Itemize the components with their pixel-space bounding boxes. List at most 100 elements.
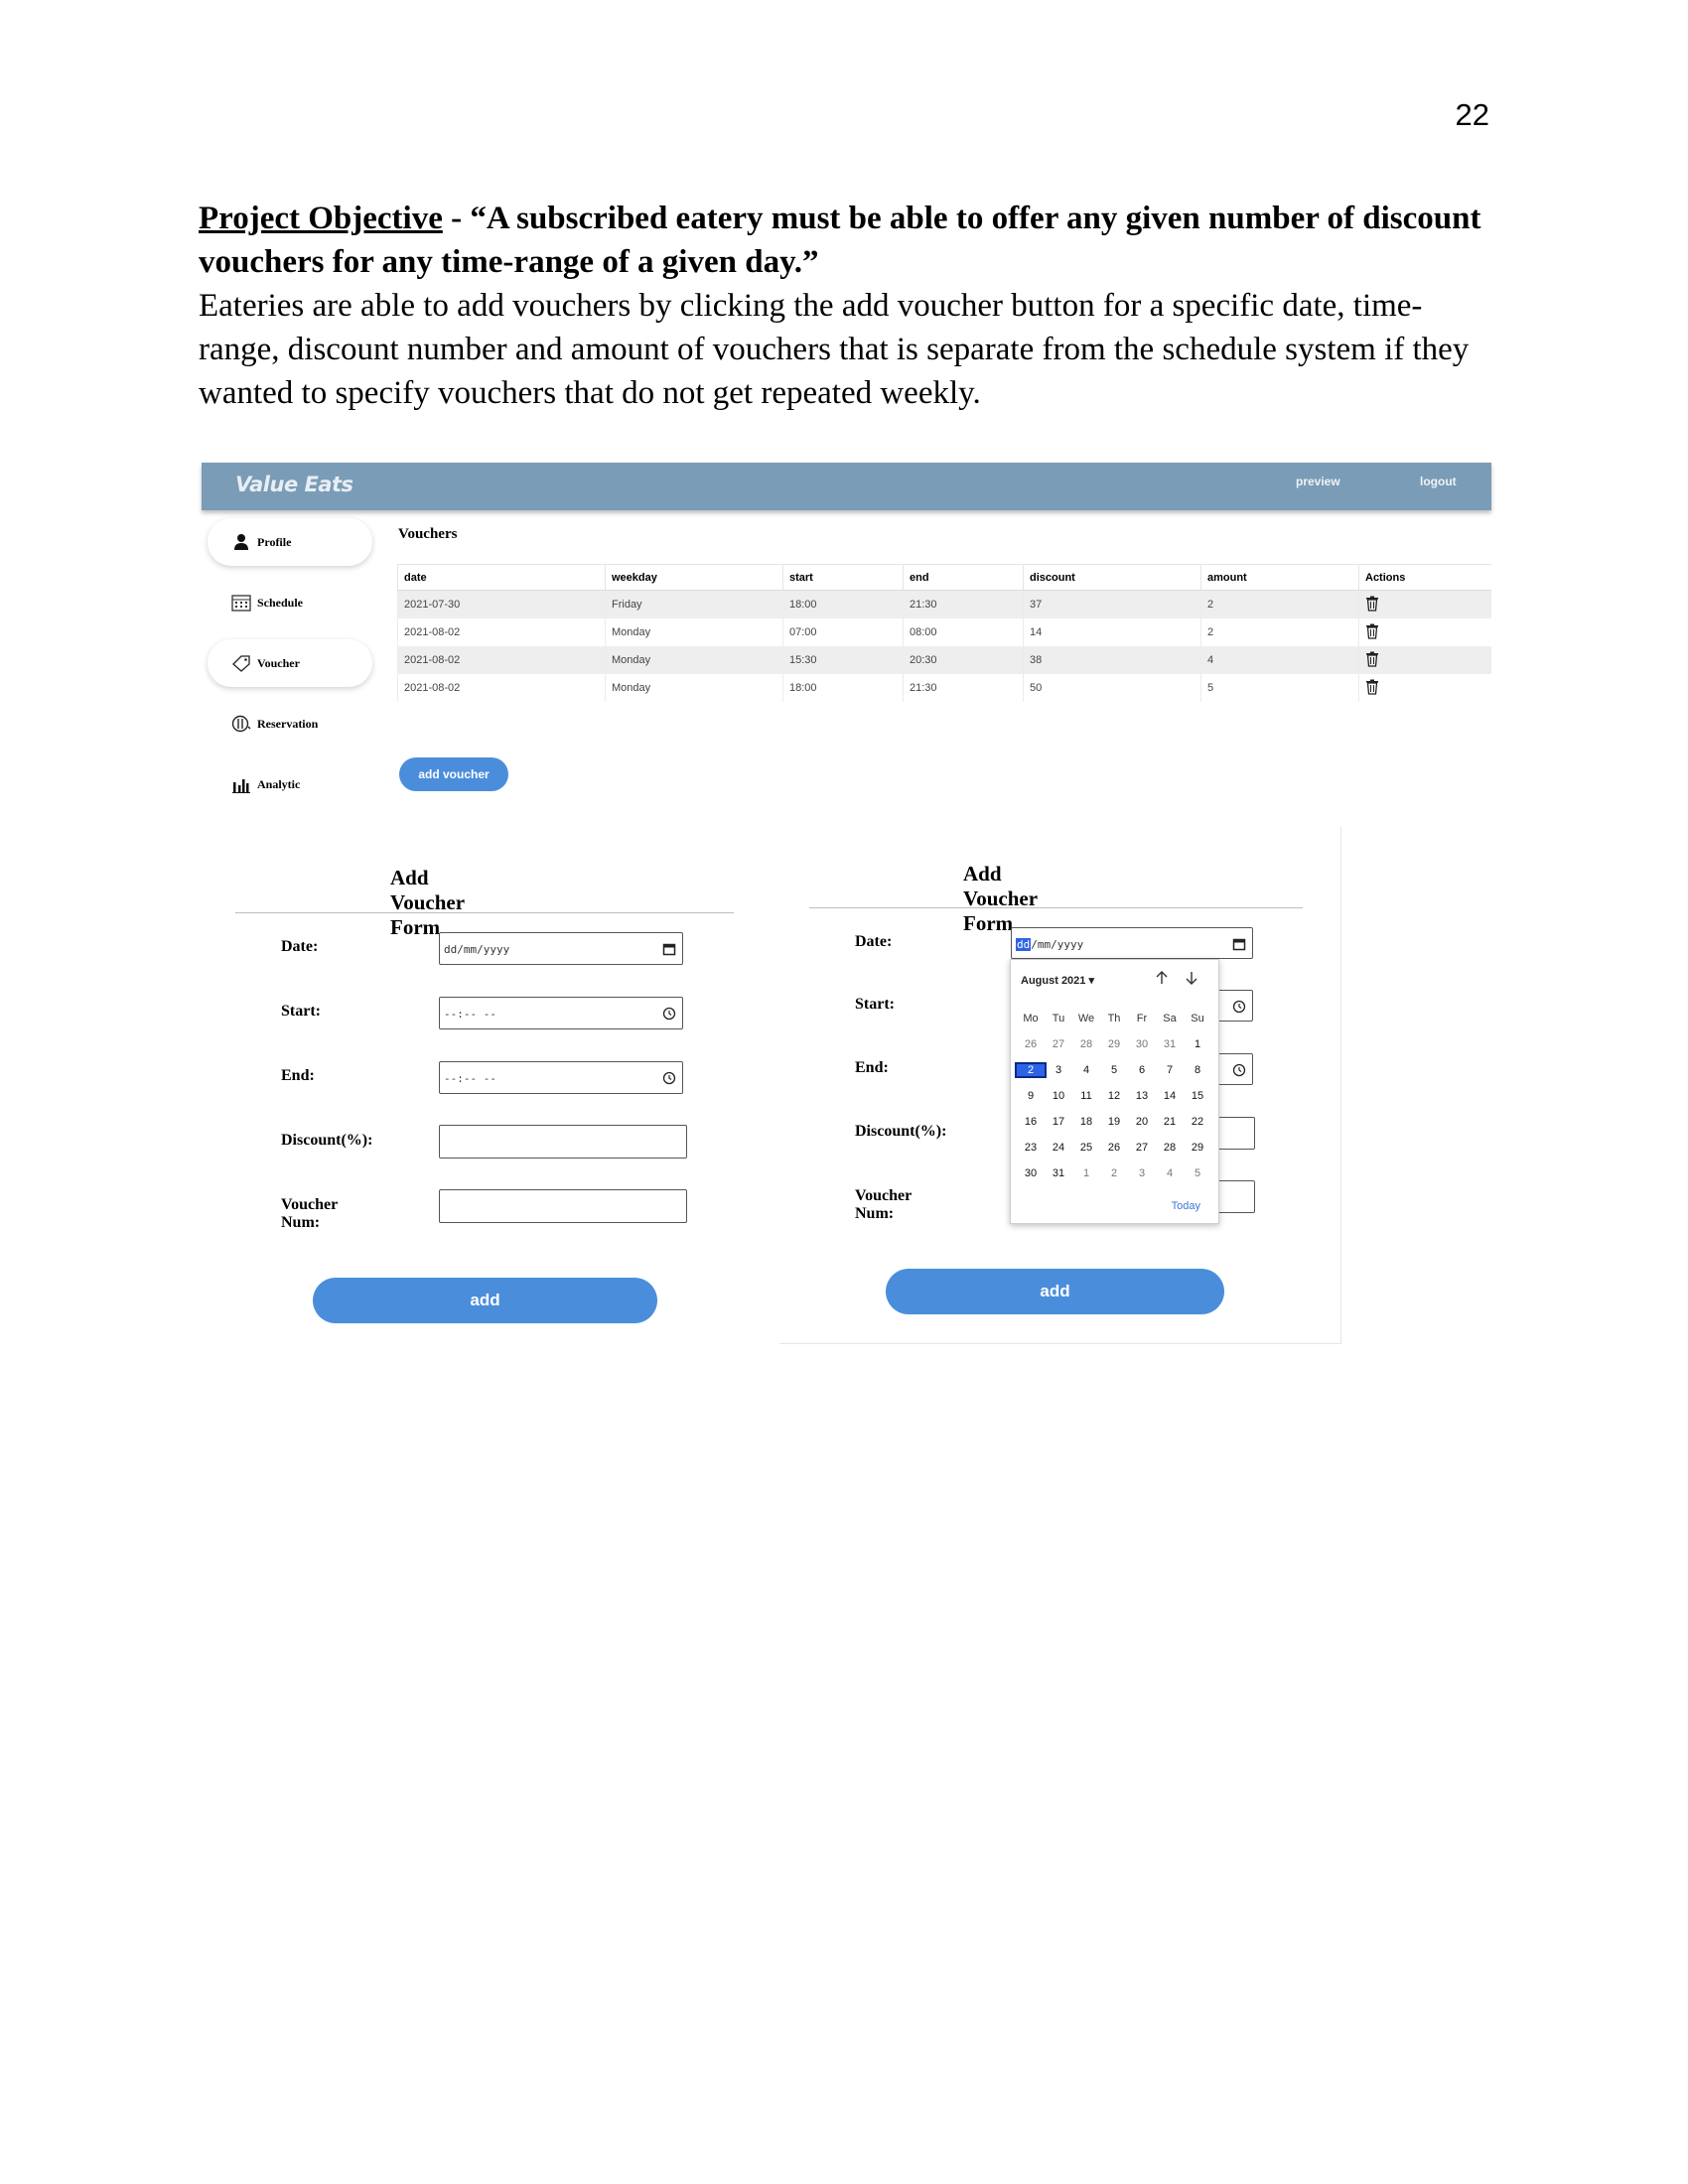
month-selector[interactable]: August 2021 ▾	[1021, 974, 1094, 987]
clock-icon[interactable]	[662, 1007, 676, 1021]
calendar-day[interactable]: 19	[1100, 1116, 1128, 1128]
sidebar-item-profile[interactable]: Profile	[208, 518, 372, 566]
calendar-day[interactable]: 20	[1128, 1116, 1156, 1128]
clock-icon[interactable]	[662, 1071, 676, 1085]
sidebar-item-label: Schedule	[257, 596, 304, 610]
cell-discount: 38	[1023, 646, 1201, 674]
voucher-num-label: Voucher Num:	[281, 1196, 338, 1231]
calendar-day[interactable]: 25	[1072, 1142, 1100, 1154]
form-divider	[235, 912, 734, 913]
calendar-day[interactable]: 26	[1100, 1142, 1128, 1154]
calendar-day[interactable]: 4	[1156, 1167, 1184, 1179]
clock-icon[interactable]	[1232, 1000, 1246, 1014]
calendar-day[interactable]: 21	[1156, 1116, 1184, 1128]
cell-weekday: Monday	[605, 618, 783, 646]
calendar-day[interactable]: 22	[1184, 1116, 1211, 1128]
sidebar-item-analytic[interactable]: Analytic	[208, 760, 372, 808]
calendar-day[interactable]: 28	[1072, 1038, 1100, 1050]
calendar-day[interactable]: 8	[1184, 1064, 1211, 1076]
date-day-segment[interactable]: dd	[1016, 938, 1032, 951]
calendar-day[interactable]: 3	[1128, 1167, 1156, 1179]
calendar-day[interactable]: 26	[1017, 1038, 1045, 1050]
calendar-day[interactable]: 1	[1184, 1038, 1211, 1050]
calendar-day[interactable]: 5	[1184, 1167, 1211, 1179]
trash-icon[interactable]	[1365, 679, 1379, 695]
calendar-day[interactable]: 24	[1045, 1142, 1072, 1154]
calendar-day[interactable]: 16	[1017, 1116, 1045, 1128]
add-button[interactable]: add	[313, 1278, 657, 1323]
calendar-day[interactable]: 7	[1156, 1064, 1184, 1076]
calendar-day-selected[interactable]: 2	[1015, 1062, 1047, 1078]
cell-actions	[1358, 646, 1491, 674]
calendar-day[interactable]: 28	[1156, 1142, 1184, 1154]
calendar-day[interactable]: 27	[1128, 1142, 1156, 1154]
calendar-day[interactable]: 14	[1156, 1090, 1184, 1102]
add-voucher-button[interactable]: add voucher	[399, 757, 508, 791]
preview-link[interactable]: preview	[1296, 475, 1340, 488]
calendar-day[interactable]: 31	[1045, 1167, 1072, 1179]
cell-start: 15:30	[782, 646, 904, 674]
cell-date: 2021-08-02	[397, 646, 606, 674]
end-time-field[interactable]: --:-- --	[439, 1061, 683, 1094]
start-time-field[interactable]: --:-- --	[439, 997, 683, 1029]
calendar-day[interactable]: 2	[1100, 1167, 1128, 1179]
cell-actions	[1358, 674, 1491, 702]
calendar-day[interactable]: 5	[1100, 1064, 1128, 1076]
calendar-day[interactable]: 1	[1072, 1167, 1100, 1179]
clock-icon[interactable]	[1232, 1063, 1246, 1077]
sidebar-item-reservation[interactable]: Reservation	[208, 700, 372, 748]
vouchers-table: date weekday start end discount amount A…	[397, 564, 1491, 702]
calendar-day[interactable]: 30	[1128, 1038, 1156, 1050]
trash-icon[interactable]	[1365, 651, 1379, 667]
calendar-day[interactable]: 29	[1184, 1142, 1211, 1154]
weekday-label: Su	[1191, 1013, 1204, 1024]
voucher-num-field[interactable]	[439, 1189, 687, 1223]
objective-dash: -	[442, 201, 471, 236]
form-title: Add Voucher Form	[390, 866, 465, 939]
weekday-label: Mo	[1023, 1013, 1039, 1024]
calendar-day[interactable]: 9	[1017, 1090, 1045, 1102]
discount-label: Discount(%):	[855, 1123, 947, 1140]
arrow-up-icon[interactable]	[1154, 970, 1170, 986]
time-placeholder: --:-- --	[444, 1072, 496, 1085]
arrow-down-icon[interactable]	[1184, 970, 1199, 986]
time-placeholder: --:-- --	[444, 1008, 496, 1021]
calendar-day[interactable]: 31	[1156, 1038, 1184, 1050]
sidebar-item-voucher[interactable]: Voucher	[208, 639, 372, 687]
table-row: 2021-08-02 Monday 07:00 08:00 14 2	[397, 618, 1491, 646]
date-field[interactable]: dd/mm/yyyy	[439, 932, 683, 965]
column-header: amount	[1200, 564, 1359, 591]
cell-end: 20:30	[903, 646, 1024, 674]
calendar-day[interactable]: 4	[1072, 1064, 1100, 1076]
calendar-day[interactable]: 12	[1100, 1090, 1128, 1102]
discount-field[interactable]	[439, 1125, 687, 1159]
calendar-icon[interactable]	[1232, 937, 1246, 951]
calendar-day[interactable]: 30	[1017, 1167, 1045, 1179]
objective-section: Project Objective - “A subscribed eatery…	[199, 197, 1499, 415]
cell-date: 2021-07-30	[397, 590, 606, 618]
calendar-day[interactable]: 27	[1045, 1038, 1072, 1050]
calendar-day[interactable]: 18	[1072, 1116, 1100, 1128]
calendar-day[interactable]: 23	[1017, 1142, 1045, 1154]
date-picker-popup: August 2021 ▾ Mo Tu We Th Fr Sa Su 26 27…	[1010, 959, 1219, 1224]
calendar-day[interactable]: 15	[1184, 1090, 1211, 1102]
date-field[interactable]: dd/mm/yyyy	[1011, 927, 1253, 959]
trash-icon[interactable]	[1365, 623, 1379, 639]
today-button[interactable]: Today	[1172, 1200, 1200, 1212]
calendar-day[interactable]: 3	[1045, 1064, 1072, 1076]
calendar-day[interactable]: 13	[1128, 1090, 1156, 1102]
add-button[interactable]: add	[886, 1269, 1224, 1314]
calendar-day[interactable]: 11	[1072, 1090, 1100, 1102]
logout-link[interactable]: logout	[1420, 475, 1457, 488]
calendar-day[interactable]: 10	[1045, 1090, 1072, 1102]
calendar-icon[interactable]	[662, 942, 676, 956]
column-header: weekday	[605, 564, 783, 591]
cell-start: 18:00	[782, 674, 904, 702]
calendar-day[interactable]: 6	[1128, 1064, 1156, 1076]
tag-icon	[232, 655, 250, 672]
calendar-day[interactable]: 17	[1045, 1116, 1072, 1128]
sidebar-item-schedule[interactable]: Schedule	[208, 579, 372, 626]
trash-icon[interactable]	[1365, 596, 1379, 612]
end-label: End:	[281, 1067, 315, 1084]
calendar-day[interactable]: 29	[1100, 1038, 1128, 1050]
